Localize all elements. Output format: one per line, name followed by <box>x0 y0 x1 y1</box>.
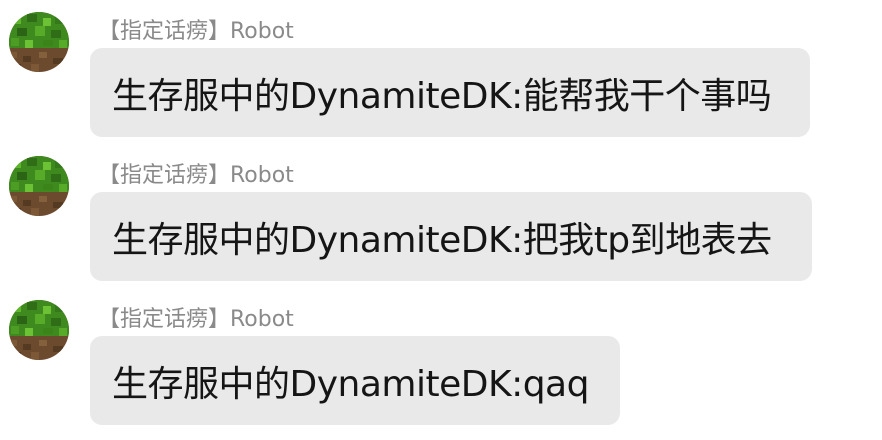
sender-name: 【指定话痨】Robot <box>98 163 294 188</box>
chat-message: 【指定话痨】Robot 生存服中的DynamiteDK:把我tp到地表去 <box>0 156 882 296</box>
message-bubble[interactable]: 生存服中的DynamiteDK:qaq <box>90 336 620 425</box>
sender-name: 【指定话痨】Robot <box>98 19 294 44</box>
message-text: 生存服中的DynamiteDK:能帮我干个事吗 <box>112 75 772 117</box>
minecraft-grass-block-icon[interactable] <box>9 156 69 216</box>
sender-name: 【指定话痨】Robot <box>98 307 294 332</box>
message-bubble[interactable]: 生存服中的DynamiteDK:把我tp到地表去 <box>90 192 812 281</box>
chat-message: 【指定话痨】Robot 生存服中的DynamiteDK:能帮我干个事吗 <box>0 12 882 152</box>
message-text: 生存服中的DynamiteDK:把我tp到地表去 <box>112 219 772 261</box>
chat-message: 【指定话痨】Robot 生存服中的DynamiteDK:qaq <box>0 300 882 440</box>
minecraft-grass-block-icon[interactable] <box>9 300 69 360</box>
message-text: 生存服中的DynamiteDK:qaq <box>112 363 589 405</box>
minecraft-grass-block-icon[interactable] <box>9 12 69 72</box>
message-bubble[interactable]: 生存服中的DynamiteDK:能帮我干个事吗 <box>90 48 810 137</box>
